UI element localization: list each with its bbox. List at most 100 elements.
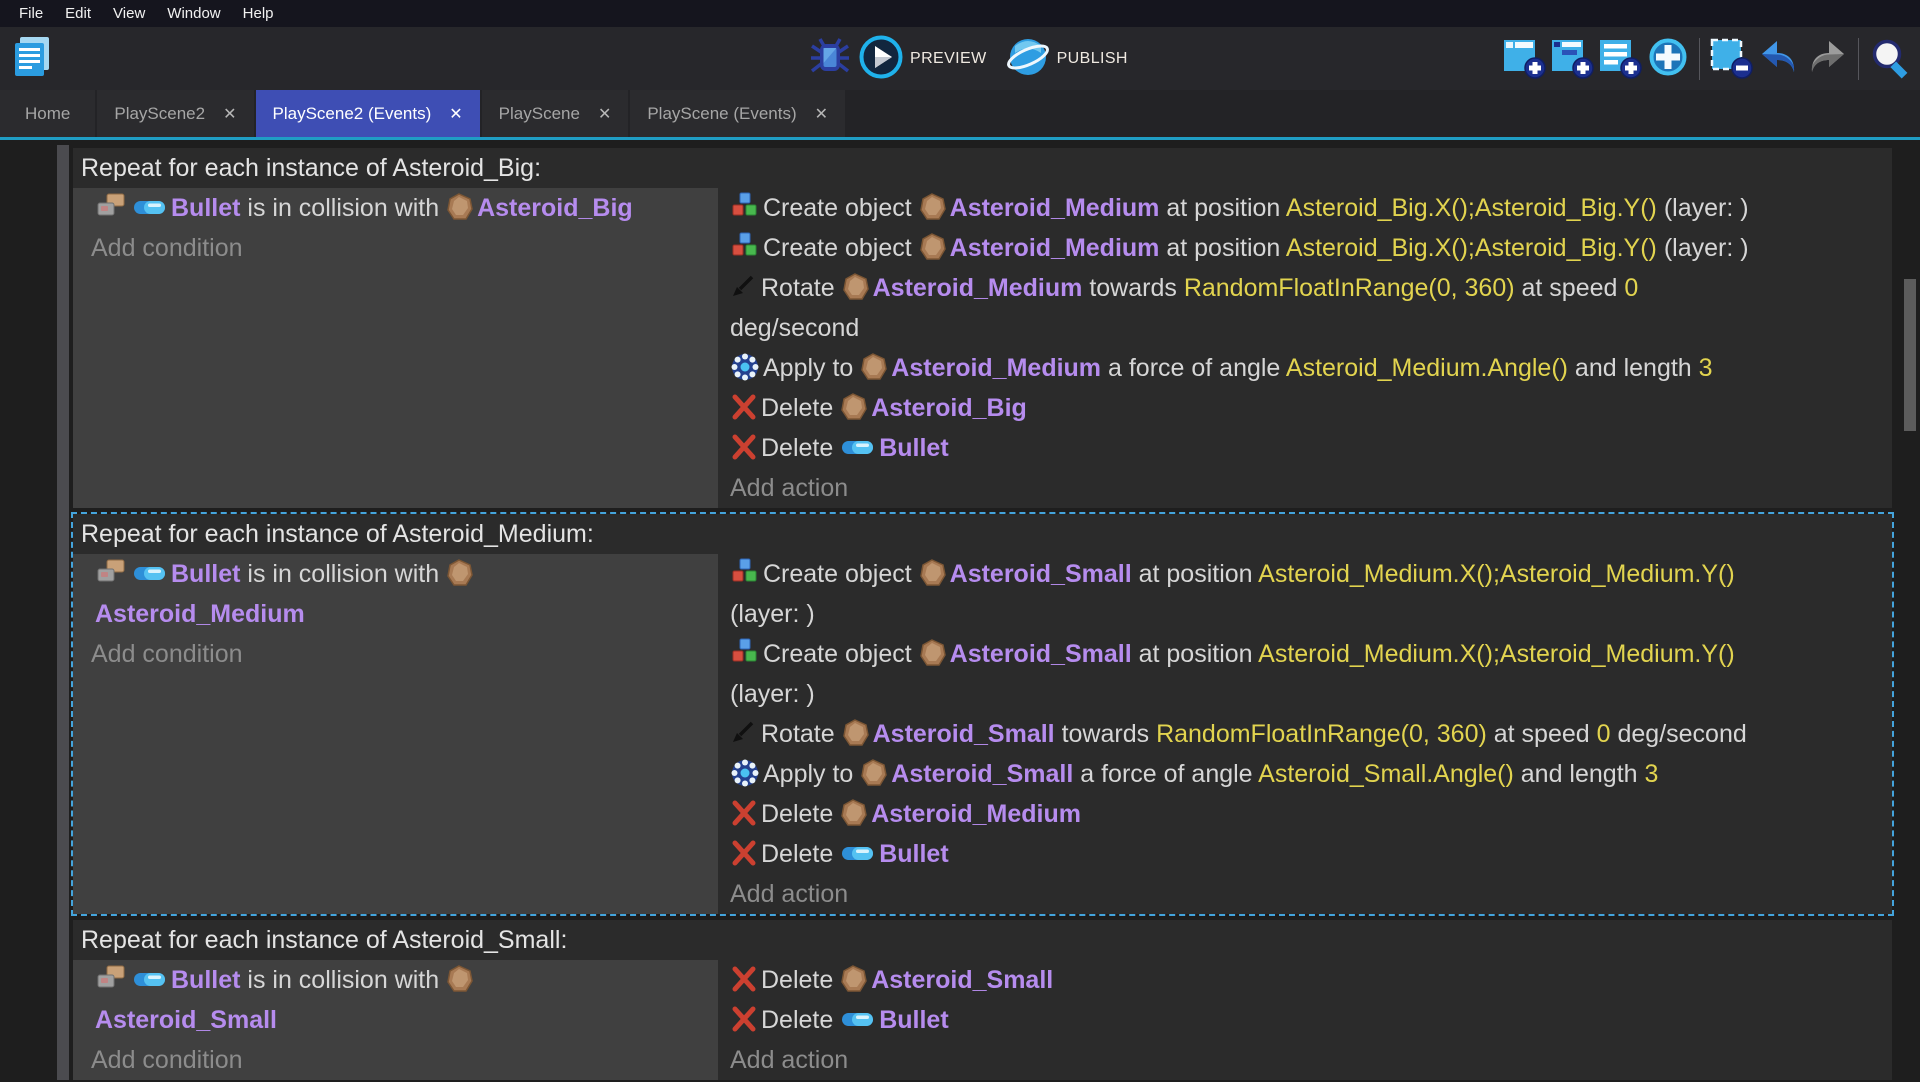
tab-playscene[interactable]: PlayScene ✕ — [482, 90, 629, 137]
action-row[interactable]: Delete Asteroid_Big — [718, 388, 1892, 428]
redo-button[interactable] — [1803, 33, 1851, 85]
text: and length — [1568, 354, 1699, 382]
object-name: Bullet — [171, 194, 240, 222]
action-row[interactable]: Apply to Asteroid_Medium a force of angl… — [718, 348, 1892, 388]
action-row[interactable]: Delete Bullet — [718, 1000, 1892, 1040]
event-block: Repeat for each instance of Asteroid_Med… — [71, 512, 1894, 916]
text: a force of angle — [1073, 760, 1258, 788]
menu-item-view[interactable]: View — [102, 2, 156, 25]
expression: 3 — [1645, 760, 1659, 788]
action-row[interactable]: Delete Asteroid_Small — [718, 960, 1892, 1000]
add-subevent-icon — [1550, 35, 1594, 82]
menu-item-window[interactable]: Window — [156, 2, 231, 25]
add-condition-placeholder[interactable]: Add condition — [73, 1040, 718, 1080]
asteroid-icon — [919, 192, 947, 222]
tab-close-icon[interactable]: ✕ — [598, 104, 611, 124]
menu-item-edit[interactable]: Edit — [54, 2, 102, 25]
action-row[interactable]: Rotate Asteroid_Small towards RandomFloa… — [718, 714, 1892, 754]
event-header[interactable]: Repeat for each instance of Asteroid_Med… — [73, 514, 1892, 554]
add-condition-placeholder[interactable]: Add condition — [73, 228, 718, 268]
text: at position — [1159, 194, 1285, 222]
event-header[interactable]: Repeat for each instance of Asteroid_Big… — [73, 148, 1892, 188]
tab-playscene2[interactable]: PlayScene2 ✕ — [97, 90, 253, 137]
tab-close-icon[interactable]: ✕ — [449, 104, 462, 124]
event-block: Repeat for each instance of Asteroid_Big… — [71, 146, 1894, 510]
asteroid-icon — [446, 964, 474, 994]
add-action-placeholder[interactable]: Add action — [718, 1040, 1892, 1080]
asteroid-icon — [842, 718, 870, 748]
scrollbar-thumb[interactable] — [1904, 279, 1916, 431]
object-name: Asteroid_Medium — [873, 274, 1083, 302]
search-button[interactable] — [1866, 33, 1914, 85]
delete-icon — [730, 798, 758, 828]
action-row[interactable]: Delete Bullet — [718, 834, 1892, 874]
preview-button[interactable]: PREVIEW — [854, 31, 1001, 87]
action-row[interactable]: Delete Asteroid_Medium — [718, 794, 1892, 834]
add-condition-placeholder[interactable]: Add condition — [73, 634, 718, 674]
action-row[interactable]: Create object Asteroid_Small at position… — [718, 554, 1892, 634]
asteroid-icon — [842, 272, 870, 302]
text: Apply to — [763, 760, 860, 788]
tab-close-icon[interactable]: ✕ — [223, 104, 236, 124]
publish-button[interactable]: PUBLISH — [1001, 31, 1142, 87]
remove-event-button[interactable] — [1707, 33, 1755, 85]
event-header[interactable]: Repeat for each instance of Asteroid_Sma… — [73, 920, 1892, 960]
event-body: Bullet is in collision with Asteroid_Med… — [73, 554, 1892, 914]
event-body: Bullet is in collision with Asteroid_Big… — [73, 188, 1892, 508]
undo-button[interactable] — [1755, 33, 1803, 85]
add-action-placeholder[interactable]: Add action — [718, 874, 1892, 914]
tab-label: PlayScene (Events) — [647, 104, 796, 124]
text: Rotate — [761, 274, 842, 302]
asteroid-icon — [919, 638, 947, 668]
asteroid-icon — [919, 558, 947, 588]
asteroid-icon — [860, 758, 888, 788]
text: (layer: ) — [730, 600, 815, 628]
action-row[interactable]: Delete Bullet — [718, 428, 1892, 468]
object-name: Asteroid_Small — [950, 640, 1132, 668]
add-comment-icon — [1598, 35, 1642, 82]
text: deg/second — [1611, 720, 1747, 748]
events-gutter — [57, 145, 69, 1080]
project-manager-button[interactable] — [8, 33, 56, 85]
menu-item-file[interactable]: File — [8, 2, 54, 25]
condition-row[interactable]: Bullet is in collision with Asteroid_Big — [73, 188, 718, 228]
tab-label: PlayScene2 — [114, 104, 205, 124]
expression: RandomFloatInRange(0, 360) — [1184, 274, 1515, 302]
create-object-icon — [730, 558, 760, 588]
asteroid-icon — [860, 352, 888, 382]
menu-item-help[interactable]: Help — [232, 2, 285, 25]
add-comment-button[interactable] — [1596, 33, 1644, 85]
action-row[interactable]: Create object Asteroid_Medium at positio… — [718, 228, 1892, 268]
tab-playscene2-events[interactable]: PlayScene2 (Events)✕ — [256, 90, 480, 137]
text: Rotate — [761, 720, 842, 748]
debug-button[interactable] — [806, 33, 854, 85]
events-sheet: Repeat for each instance of Asteroid_Big… — [0, 140, 1920, 1080]
conditions-column: Bullet is in collision with Asteroid_Med… — [73, 554, 718, 914]
add-circle-button[interactable] — [1644, 33, 1692, 85]
tab-close-icon[interactable]: ✕ — [815, 104, 828, 124]
action-row[interactable]: Rotate Asteroid_Medium towards RandomFlo… — [718, 268, 1892, 348]
add-event-button[interactable] — [1500, 33, 1548, 85]
action-row[interactable]: Create object Asteroid_Small at position… — [718, 634, 1892, 714]
add-action-placeholder[interactable]: Add action — [718, 468, 1892, 508]
create-object-icon — [730, 638, 760, 668]
event-body: Bullet is in collision with Asteroid_Sma… — [73, 960, 1892, 1080]
object-name: Asteroid_Small — [950, 560, 1132, 588]
condition-row[interactable]: Bullet is in collision with Asteroid_Med… — [73, 554, 718, 634]
text: Create object — [763, 640, 919, 668]
object-name: Asteroid_Small — [891, 760, 1073, 788]
action-row[interactable]: Create object Asteroid_Medium at positio… — [718, 188, 1892, 228]
condition-row[interactable]: Bullet is in collision with Asteroid_Sma… — [73, 960, 718, 1040]
create-object-icon — [730, 192, 760, 222]
tab-home[interactable]: Home — [0, 90, 95, 137]
expression: Asteroid_Big.X();Asteroid_Big.Y() — [1286, 194, 1657, 222]
preview-play-icon — [858, 34, 904, 83]
object-name: Asteroid_Big — [477, 194, 633, 222]
action-row[interactable]: Apply to Asteroid_Small a force of angle… — [718, 754, 1892, 794]
tab-label: PlayScene — [499, 104, 580, 124]
object-name: Bullet — [171, 560, 240, 588]
add-subevent-button[interactable] — [1548, 33, 1596, 85]
tab-playscene-events[interactable]: PlayScene (Events) ✕ — [630, 90, 845, 137]
expression: 0 — [1597, 720, 1611, 748]
object-name: Asteroid_Small — [95, 1006, 277, 1034]
